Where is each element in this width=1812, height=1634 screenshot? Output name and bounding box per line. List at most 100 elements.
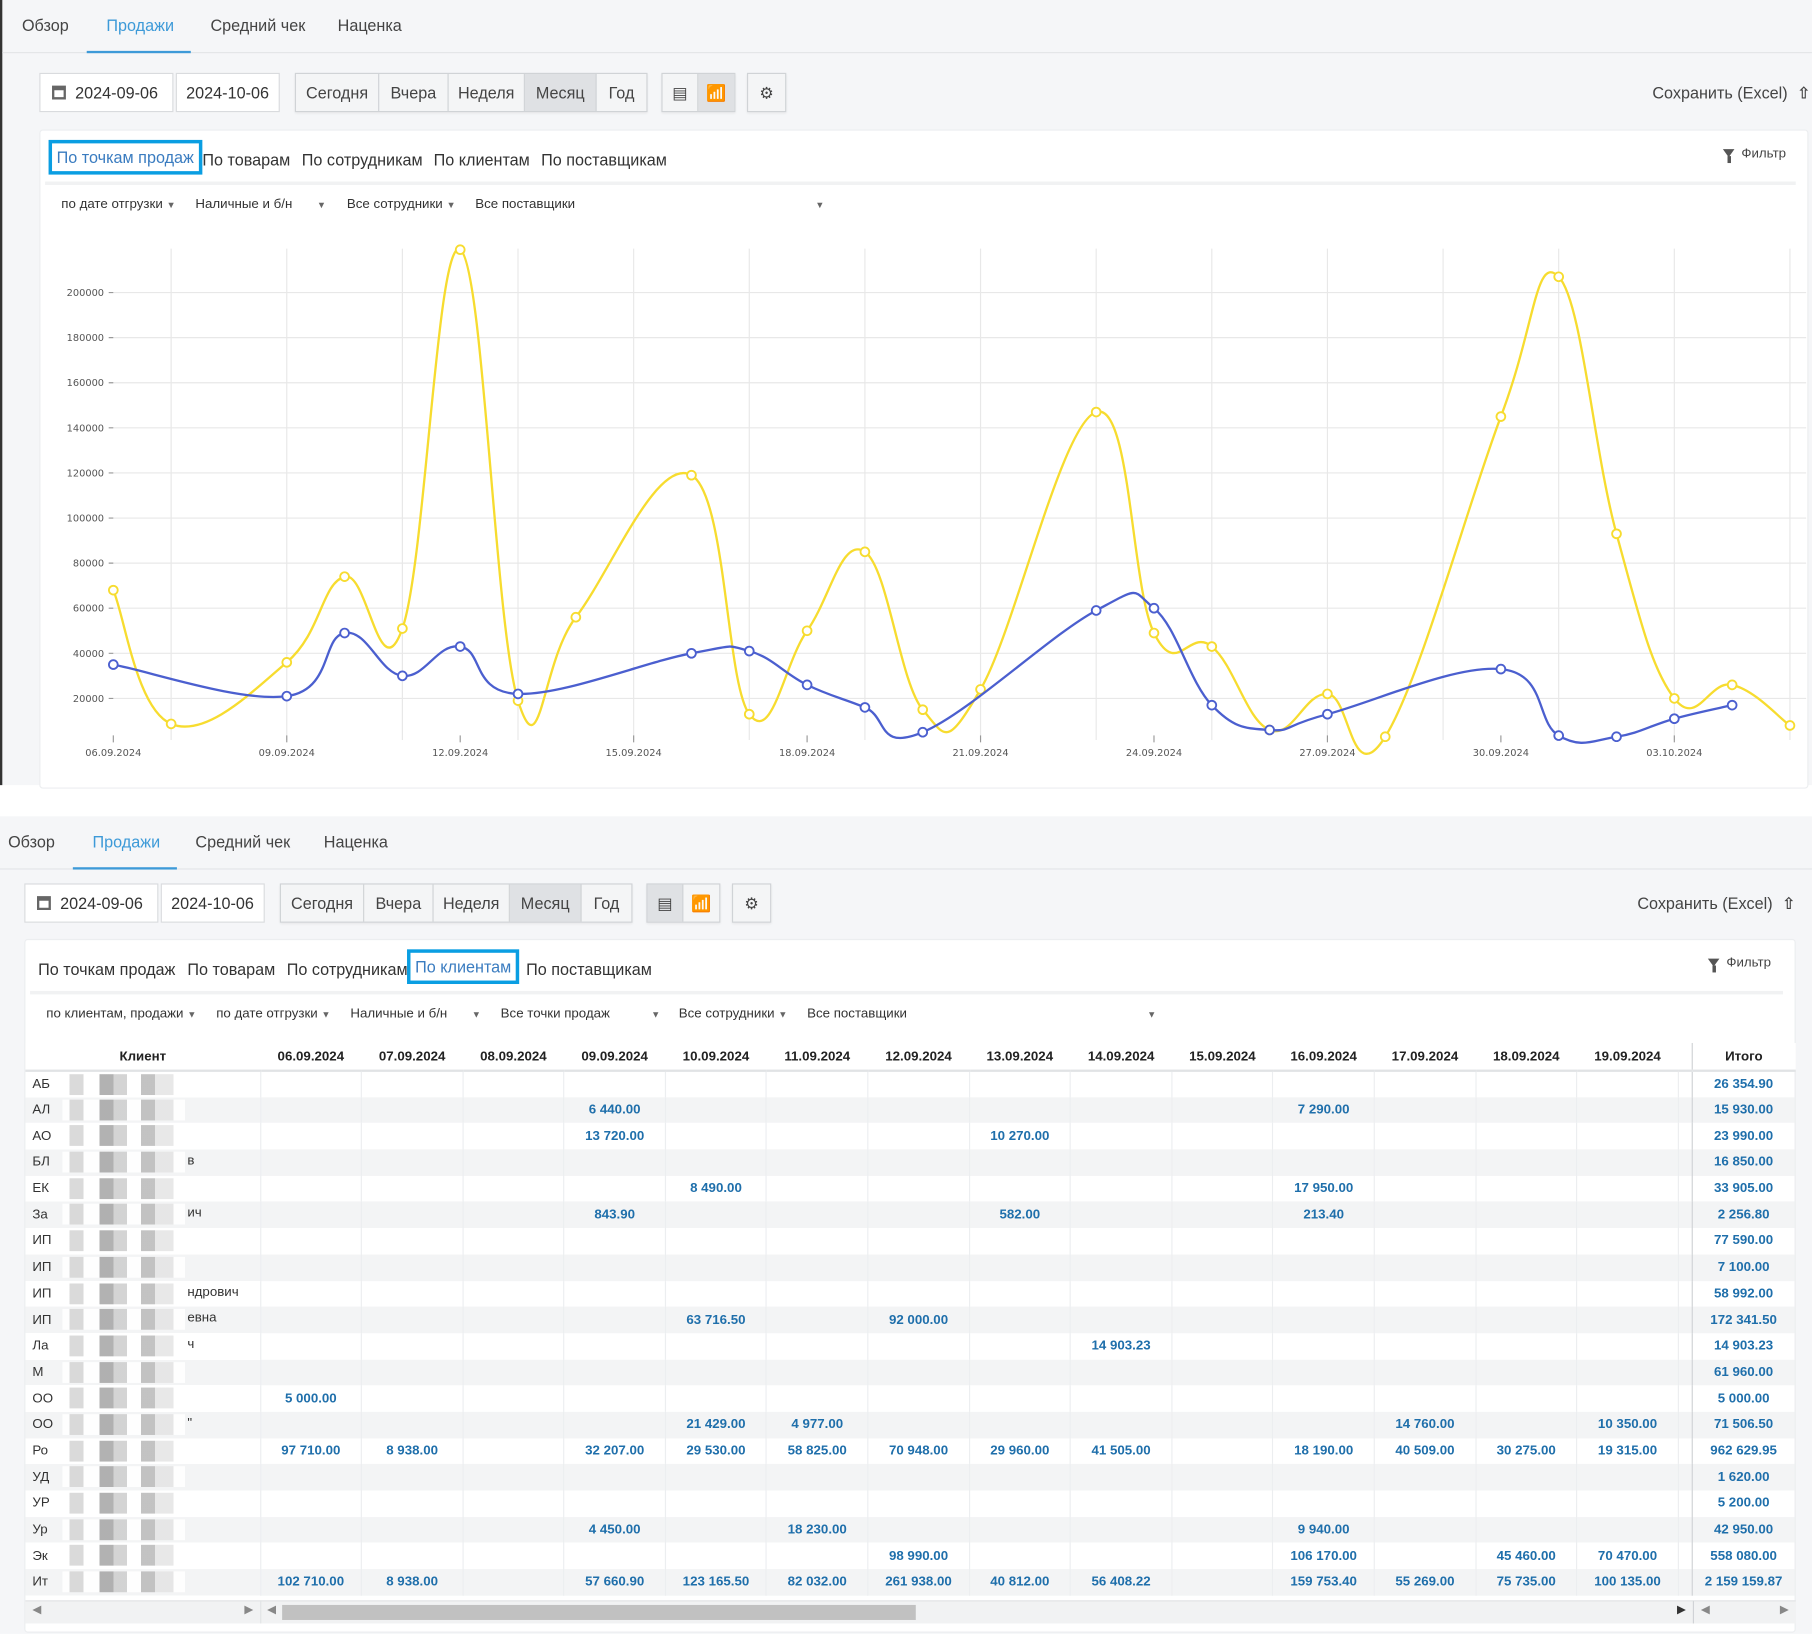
tab-markup[interactable]: Наценка xyxy=(324,833,388,852)
data-point xyxy=(917,726,929,738)
data-point xyxy=(281,690,293,702)
column-header-date: 07.09.2024 xyxy=(361,1042,463,1072)
table-row[interactable]: ИП 7 100.00 xyxy=(25,1254,1796,1281)
amount-cell: 55 269.00 xyxy=(1374,1569,1477,1596)
subtab-clients[interactable]: По клиентам xyxy=(407,949,520,985)
date-type-dropdown[interactable]: по дате отгрузки ▼ xyxy=(216,1007,330,1021)
tab-sales[interactable]: Продажи xyxy=(93,833,161,852)
table-row[interactable]: АО 13 720.00 10 270.00 23 990.00 xyxy=(25,1123,1796,1150)
table-total-row[interactable]: Ит 102 710.00 8 938.00 57 660.90 123 165.50 8… xyxy=(25,1569,1796,1596)
table-row[interactable]: Эк 98 990.00 106 170.00 45 460.00 70 470.00 5… xyxy=(25,1542,1796,1570)
subtab-employees[interactable]: По сотрудникам xyxy=(287,960,408,979)
employees-dropdown[interactable]: Все сотрудники ▼ xyxy=(679,1007,788,1021)
client-name-cell: ИП xyxy=(25,1254,261,1281)
spacer-cell xyxy=(1678,1411,1693,1439)
filter-button[interactable]: Фильтр xyxy=(1707,956,1771,973)
month-button[interactable]: Месяц xyxy=(509,884,582,922)
amount-cell xyxy=(564,1490,666,1517)
scroll-left-icon[interactable]: ◀ xyxy=(32,1604,41,1617)
table-row[interactable]: Ур 4 450.00 18 230.00 9 940.00 42 950.00 xyxy=(25,1516,1796,1543)
total-column-scrollbar[interactable]: ◀ ▶ xyxy=(1692,1600,1796,1624)
tab-average-check[interactable]: Средний чек xyxy=(195,833,290,852)
client-name-cell: АЛ xyxy=(25,1096,261,1124)
sales-points-dropdown[interactable]: Все точки продаж ▼ xyxy=(501,1007,661,1021)
amount-cell xyxy=(867,1490,970,1517)
scroll-left-icon[interactable]: ◀ xyxy=(267,1604,276,1617)
suppliers-dropdown[interactable]: Все поставщики ▼ xyxy=(807,1007,1156,1021)
week-button[interactable]: Неделя xyxy=(434,884,510,922)
client-name: М xyxy=(32,1365,44,1380)
amount-cell xyxy=(564,1254,666,1281)
scroll-right-icon[interactable]: ▶ xyxy=(1677,1604,1686,1617)
table-row[interactable]: ИП евна 63 716.50 92 000.00 172 341.50 xyxy=(25,1306,1796,1334)
data-point xyxy=(1726,699,1738,711)
dates-horizontal-scrollbar[interactable]: ◀ ▶ xyxy=(260,1600,1693,1624)
date-to-input[interactable]: 2024-10-06 xyxy=(160,883,265,923)
amount-cell: 30 275.00 xyxy=(1475,1438,1578,1465)
row-total-cell: 962 629.95 xyxy=(1691,1438,1796,1465)
amount-cell xyxy=(665,1359,768,1386)
amount-cell xyxy=(361,1411,464,1439)
subtab-products[interactable]: По товарам xyxy=(187,960,275,979)
scroll-right-icon[interactable]: ▶ xyxy=(1780,1604,1789,1617)
amount-cell: 14 903.23 xyxy=(1070,1333,1173,1360)
table-row[interactable]: УР 5 200.00 xyxy=(25,1490,1796,1517)
spacer-cell xyxy=(1678,1386,1692,1412)
row-total-cell: 558 080.00 xyxy=(1691,1542,1796,1570)
gear-icon: ⚙ xyxy=(744,893,759,913)
amount-cell xyxy=(1171,1385,1274,1412)
client-column-scrollbar[interactable]: ◀ ▶ xyxy=(25,1600,261,1624)
yesterday-button[interactable]: Вчера xyxy=(364,884,434,922)
report-type-dropdown[interactable]: по клиентам, продажи ▼ xyxy=(46,1007,196,1021)
table-row[interactable]: ЕК 8 490.00 17 950.00 33 905.00 xyxy=(25,1175,1796,1202)
subtab-suppliers[interactable]: По поставщикам xyxy=(526,960,652,979)
dropdown-value: по клиентам, продажи xyxy=(46,1007,184,1022)
amount-cell xyxy=(1171,1201,1274,1229)
table-row[interactable]: М 61 960.00 xyxy=(25,1359,1796,1386)
scrollbar-thumb[interactable] xyxy=(282,1604,916,1620)
table-row[interactable]: УД 1 620.00 xyxy=(25,1464,1796,1491)
table-row[interactable]: АБ 26 354.90 xyxy=(25,1070,1796,1097)
scroll-right-icon[interactable]: ▶ xyxy=(244,1604,253,1617)
table-row[interactable]: АЛ 6 440.00 7 290.00 15 930.00 xyxy=(25,1096,1796,1124)
amount-cell xyxy=(1171,1175,1274,1202)
amount-cell xyxy=(969,1149,1072,1176)
table-row[interactable]: БЛ в 16 850.00 xyxy=(25,1149,1796,1176)
scroll-left-icon[interactable]: ◀ xyxy=(1701,1604,1710,1617)
table-row[interactable]: Ро 97 710.00 8 938.00 32 207.00 29 530.00 58 … xyxy=(25,1438,1796,1465)
subtab-sales-points[interactable]: По точкам продаж xyxy=(38,960,175,979)
x-tick-label: 27.09.2024 xyxy=(1299,748,1355,759)
table-row[interactable]: ИП 77 590.00 xyxy=(25,1228,1796,1255)
amount-cell: 18 230.00 xyxy=(766,1516,869,1543)
amount-cell xyxy=(867,1254,970,1281)
table-view-button[interactable]: ▤ xyxy=(647,884,684,922)
amount-cell xyxy=(260,1464,363,1491)
amount-cell xyxy=(462,1201,565,1229)
amount-cell xyxy=(361,1070,464,1097)
table-row[interactable]: За ич 843.90 582.00 213.40 2 256.80 xyxy=(25,1201,1796,1229)
table-row[interactable]: ИП ндрович 58 992.00 xyxy=(25,1280,1796,1307)
column-header-date: 13.09.2024 xyxy=(969,1042,1071,1072)
amount-cell xyxy=(361,1149,464,1176)
redacted-name-blur xyxy=(62,1151,186,1173)
amount-cell: 41 505.00 xyxy=(1070,1438,1173,1465)
today-button[interactable]: Сегодня xyxy=(281,884,365,922)
settings-button[interactable]: ⚙ xyxy=(733,885,770,922)
table-row[interactable]: Ла ч 14 903.23 14 903.23 xyxy=(25,1333,1796,1360)
amount-cell: 98 990.00 xyxy=(867,1542,970,1570)
redacted-name-blur xyxy=(62,1204,186,1226)
table-row[interactable]: ОО " 21 429.00 4 977.00 14 760.00 10 350.00 71… xyxy=(25,1411,1796,1439)
save-excel-button[interactable]: Сохранить (Excel) ⇧ xyxy=(1637,894,1795,914)
amount-cell xyxy=(1374,1464,1477,1491)
tab-overview[interactable]: Обзор xyxy=(8,833,55,852)
table-row[interactable]: ОО 5 000.00 5 000.00 xyxy=(25,1385,1796,1412)
chart-view-button[interactable]: 📶 xyxy=(683,885,719,922)
divider xyxy=(30,990,1784,995)
amount-cell xyxy=(1374,1542,1477,1570)
date-from-input[interactable]: 2024-09-06 xyxy=(24,883,159,923)
year-button[interactable]: Год xyxy=(582,885,632,922)
payment-type-dropdown[interactable]: Наличные и б/н ▼ xyxy=(350,1007,481,1021)
amount-cell xyxy=(361,1201,464,1229)
row-total-cell: 5 000.00 xyxy=(1691,1385,1796,1412)
data-point xyxy=(801,679,813,691)
